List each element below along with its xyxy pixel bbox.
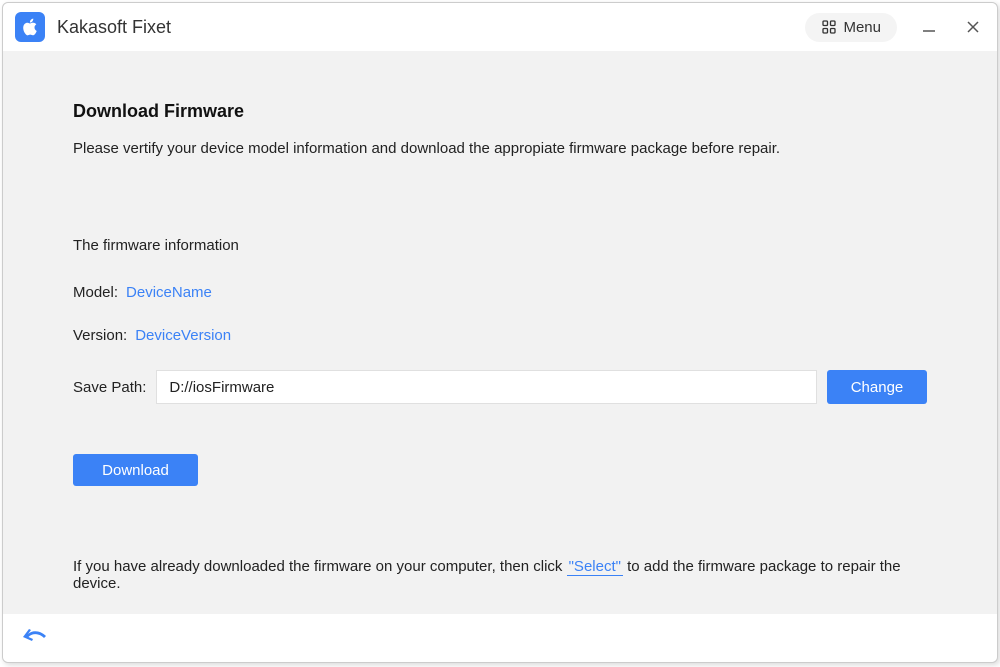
- save-path-input[interactable]: [156, 370, 817, 404]
- model-value: DeviceName: [126, 284, 212, 301]
- model-label: Model:: [73, 284, 118, 301]
- select-link[interactable]: "Select": [567, 558, 623, 576]
- version-label: Version:: [73, 327, 127, 344]
- minimize-icon: [921, 19, 937, 35]
- bottombar: [3, 614, 997, 662]
- back-arrow-icon: [22, 627, 48, 649]
- version-row: Version: DeviceVersion: [73, 327, 927, 344]
- app-title: Kakasoft Fixet: [57, 17, 805, 38]
- menu-button[interactable]: Menu: [805, 13, 897, 42]
- footer-prefix: If you have already downloaded the firmw…: [73, 558, 567, 575]
- model-row: Model: DeviceName: [73, 284, 927, 301]
- close-icon: [965, 19, 981, 35]
- page-title: Download Firmware: [73, 101, 927, 122]
- content-area: Download Firmware Please vertify your de…: [3, 51, 997, 614]
- firmware-info-label: The firmware information: [73, 237, 927, 254]
- menu-label: Menu: [843, 19, 881, 36]
- close-button[interactable]: [961, 15, 985, 39]
- save-path-label: Save Path:: [73, 379, 146, 396]
- titlebar: Kakasoft Fixet Menu: [3, 3, 997, 51]
- window-controls: [917, 15, 985, 39]
- app-window: Kakasoft Fixet Menu: [2, 2, 998, 663]
- back-button[interactable]: [21, 624, 49, 652]
- page-subtitle: Please vertify your device model informa…: [73, 140, 927, 157]
- menu-grid-icon: [821, 19, 837, 35]
- app-logo-icon: [15, 12, 45, 42]
- save-path-row: Save Path: Change: [73, 370, 927, 404]
- footer-text: If you have already downloaded the firmw…: [73, 558, 927, 592]
- change-button[interactable]: Change: [827, 370, 927, 404]
- minimize-button[interactable]: [917, 15, 941, 39]
- download-button[interactable]: Download: [73, 454, 198, 486]
- version-value: DeviceVersion: [135, 327, 231, 344]
